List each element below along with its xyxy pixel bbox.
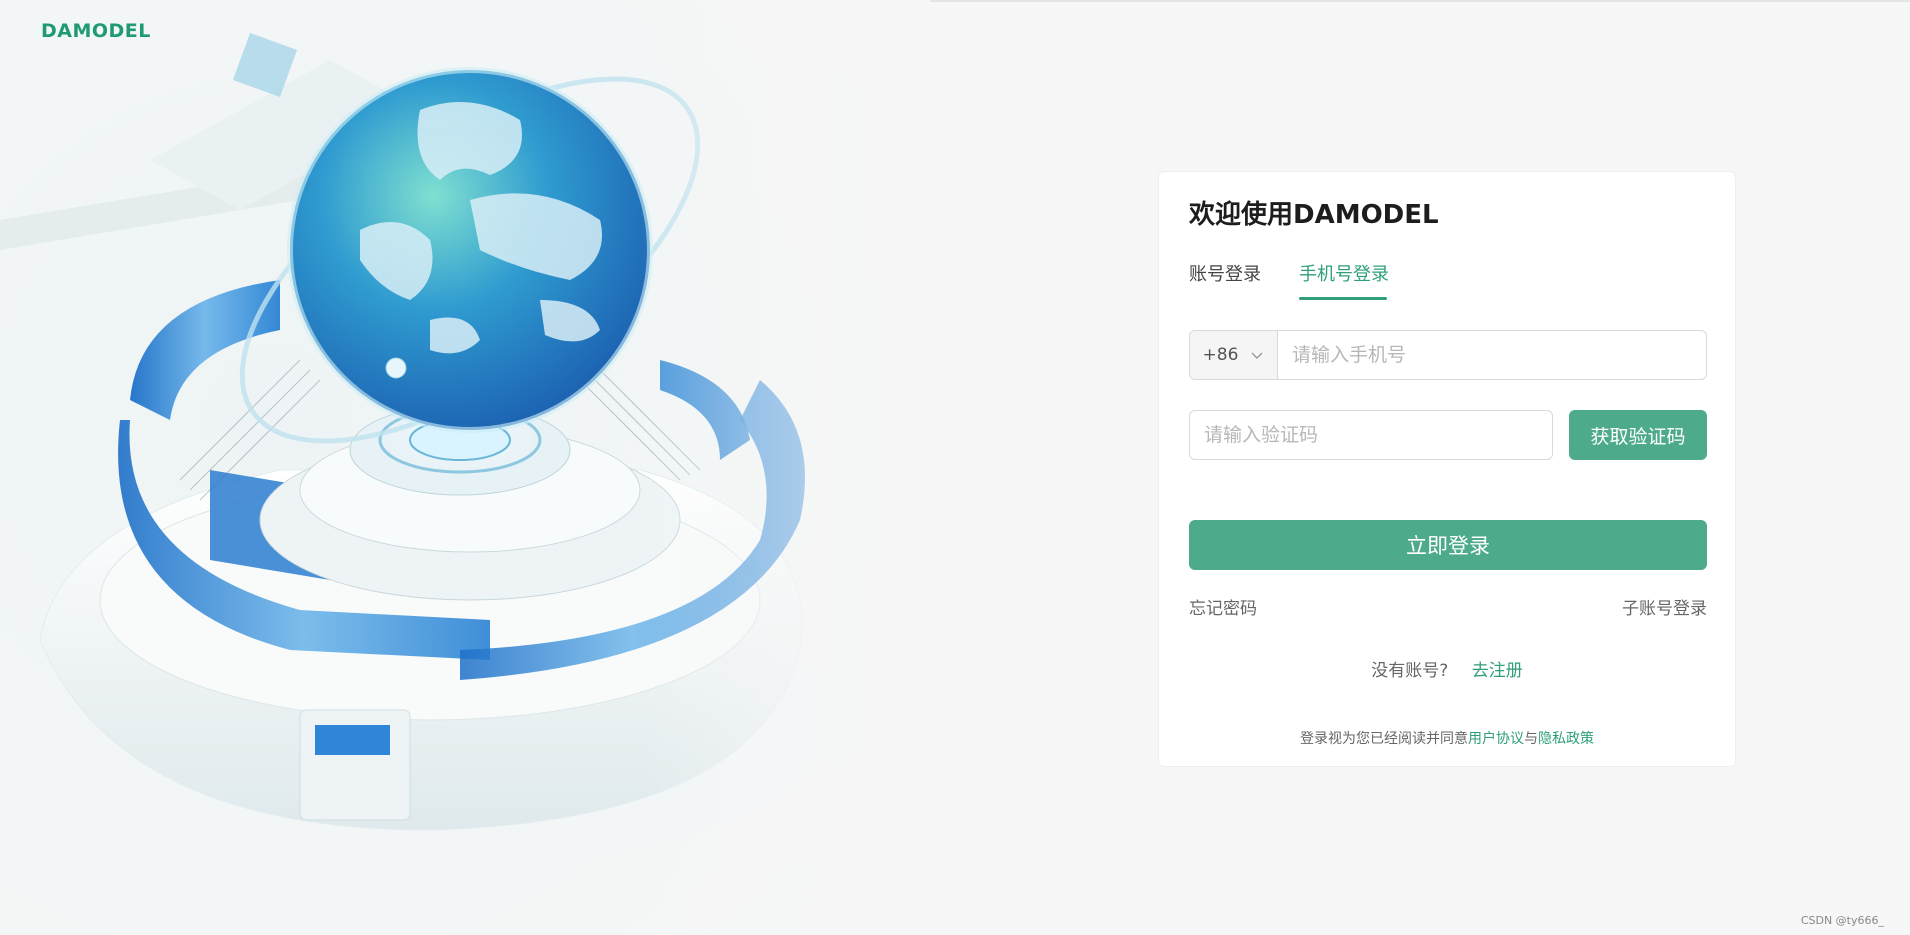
chevron-down-icon — [1251, 352, 1263, 359]
country-code-value: +86 — [1202, 345, 1239, 365]
watermark: CSDN @ty666_ — [1800, 914, 1884, 927]
register-row: 没有账号? 去注册 — [1159, 656, 1735, 681]
country-code-select[interactable]: +86 — [1190, 331, 1278, 379]
phone-field-group: +86 — [1189, 330, 1707, 380]
agreement-text: 登录视为您已经阅读并同意用户协议与隐私政策 — [1159, 728, 1735, 748]
hero-illustration — [0, 0, 930, 935]
login-title: 欢迎使用DAMODEL — [1189, 200, 1439, 230]
forgot-password-link[interactable]: 忘记密码 — [1189, 594, 1257, 619]
agreement-prefix: 登录视为您已经阅读并同意 — [1300, 731, 1468, 747]
tab-account-login[interactable]: 账号登录 — [1189, 260, 1261, 286]
brand-logo[interactable]: DAMODEL — [41, 20, 151, 42]
globe-platform-illustration — [0, 0, 930, 935]
sub-account-login-link[interactable]: 子账号登录 — [1622, 594, 1707, 619]
agreement-and: 与 — [1524, 731, 1538, 747]
login-card: 欢迎使用DAMODEL 账号登录 手机号登录 +86 获取验证码 立即登录 忘记… — [1158, 171, 1736, 767]
user-agreement-link[interactable]: 用户协议 — [1468, 731, 1524, 747]
tab-phone-login[interactable]: 手机号登录 — [1299, 260, 1389, 286]
get-code-button[interactable]: 获取验证码 — [1569, 410, 1707, 460]
privacy-policy-link[interactable]: 隐私政策 — [1538, 731, 1594, 747]
login-button[interactable]: 立即登录 — [1189, 520, 1707, 570]
register-link[interactable]: 去注册 — [1472, 661, 1523, 681]
verification-code-input[interactable] — [1190, 411, 1552, 459]
no-account-text: 没有账号? — [1371, 661, 1449, 681]
phone-input[interactable] — [1278, 331, 1706, 379]
code-field-group — [1189, 410, 1553, 460]
active-tab-indicator — [1299, 297, 1387, 300]
